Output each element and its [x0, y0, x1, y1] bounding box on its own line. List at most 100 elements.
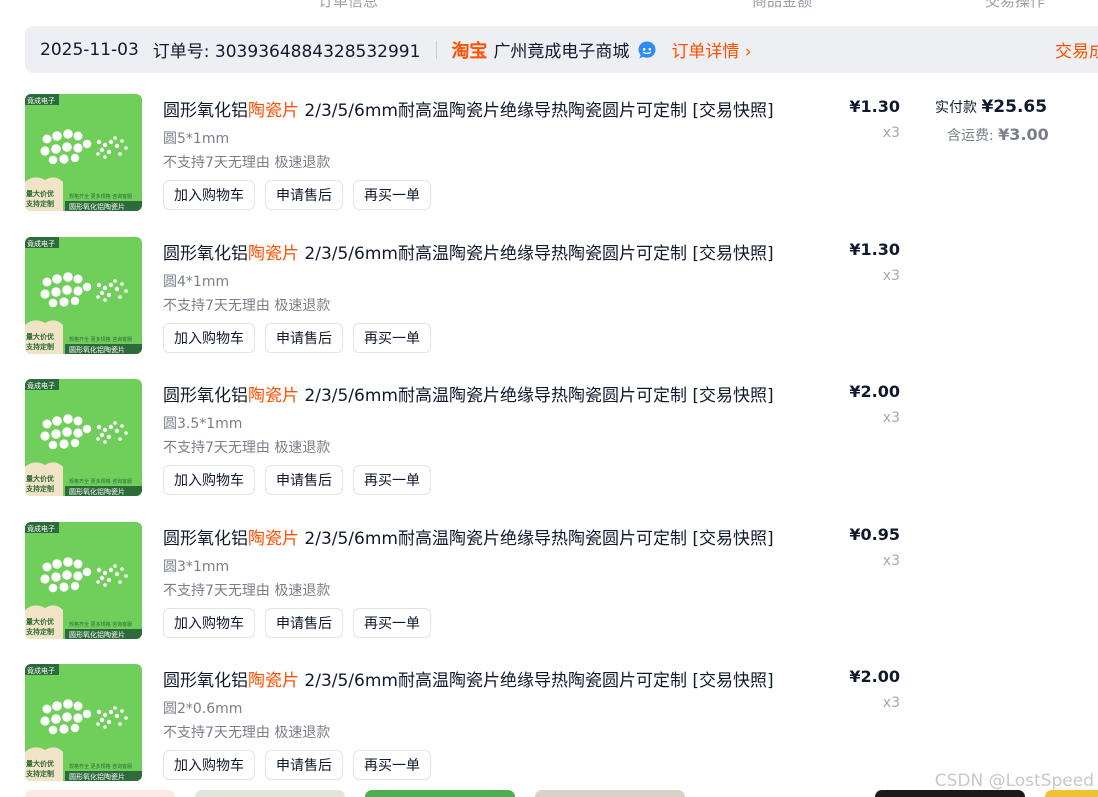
add-to-cart-button[interactable]: 加入购物车 — [163, 180, 255, 210]
svg-text:量大价优: 量大价优 — [26, 759, 54, 768]
after-sales-button[interactable]: 申请售后 — [265, 465, 343, 495]
order-number: 订单号: 3039364884328532991 — [152, 42, 421, 62]
product-title-text: 2/3/5/6mm耐高温陶瓷片绝缘导热陶瓷圆片可定制 [交易快照] — [299, 529, 774, 549]
paid-label: 实付款 — [935, 100, 977, 116]
unit-price: ¥2.00 — [849, 382, 900, 401]
product-thumbnail[interactable]: 竟成电子 量大价优 支持定制 规格齐全 更多规格 咨询客服 圆形氧化铝陶瓷片 — [25, 522, 142, 639]
svg-text:支持定制: 支持定制 — [25, 627, 54, 636]
product-spec: 圆4*1mm — [163, 274, 230, 290]
item-actions: 加入购物车 申请售后 再买一单 — [163, 750, 431, 780]
buy-again-button[interactable]: 再买一单 — [353, 323, 431, 353]
svg-text:竟成电子: 竟成电子 — [27, 524, 55, 533]
unit-price: ¥1.30 — [849, 240, 900, 259]
svg-text:量大价优: 量大价优 — [26, 617, 54, 626]
svg-text:圆形氧化铝陶瓷片: 圆形氧化铝陶瓷片 — [69, 345, 125, 354]
svg-text:规格齐全 更多规格 咨询客服: 规格齐全 更多规格 咨询客服 — [69, 621, 132, 628]
product-title-link[interactable]: 圆形氧化铝陶瓷片 2/3/5/6mm耐高温陶瓷片绝缘导热陶瓷圆片可定制 [交易快… — [163, 96, 774, 121]
after-sales-button[interactable]: 申请售后 — [265, 608, 343, 638]
recommendation-strip — [0, 790, 1098, 797]
product-title-highlight: 陶瓷片 — [248, 244, 299, 264]
buy-again-button[interactable]: 再买一单 — [353, 750, 431, 780]
svg-text:竟成电子: 竟成电子 — [27, 381, 55, 390]
recommend-card[interactable] — [535, 790, 685, 797]
paid-amount: 实付款 ¥25.65 — [935, 97, 1047, 117]
add-to-cart-button[interactable]: 加入购物车 — [163, 608, 255, 638]
shop-name-link[interactable]: 广州竟成电子商城 — [493, 37, 629, 62]
product-title-text: 2/3/5/6mm耐高温陶瓷片绝缘导热陶瓷圆片可定制 [交易快照] — [299, 386, 774, 406]
product-thumbnail[interactable]: 竟成电子 量大价优 支持定制 规格齐全 更多规格 咨询客服 圆形氧化铝陶瓷片 — [25, 379, 142, 496]
item-actions: 加入购物车 申请售后 再买一单 — [163, 465, 431, 495]
order-detail-link[interactable]: 订单详情 › — [671, 37, 751, 62]
order-header: 2025-11-03 订单号: 3039364884328532991 淘宝 广… — [25, 26, 1098, 73]
svg-text:圆形氧化铝陶瓷片: 圆形氧化铝陶瓷片 — [69, 772, 125, 781]
top-cutoff-1: 订单信息 — [318, 0, 379, 10]
product-title-highlight: 陶瓷片 — [248, 101, 299, 121]
svg-text:竟成电子: 竟成电子 — [27, 666, 55, 675]
buy-again-button[interactable]: 再买一单 — [353, 608, 431, 638]
svg-text:量大价优: 量大价优 — [26, 332, 54, 341]
recommend-card[interactable] — [25, 790, 175, 797]
product-title-link[interactable]: 圆形氧化铝陶瓷片 2/3/5/6mm耐高温陶瓷片绝缘导热陶瓷圆片可定制 [交易快… — [163, 524, 774, 549]
add-to-cart-button[interactable]: 加入购物车 — [163, 323, 255, 353]
svg-text:量大价优: 量大价优 — [26, 474, 54, 483]
add-to-cart-button[interactable]: 加入购物车 — [163, 465, 255, 495]
service-tags: 不支持7天无理由 极速退款 — [163, 155, 331, 171]
watermark: CSDN @LostSpeed — [934, 771, 1094, 791]
product-title-text: 圆形氧化铝 — [163, 101, 248, 121]
product-title-text: 2/3/5/6mm耐高温陶瓷片绝缘导热陶瓷圆片可定制 [交易快照] — [299, 671, 774, 691]
buy-again-button[interactable]: 再买一单 — [353, 465, 431, 495]
svg-text:圆形氧化铝陶瓷片: 圆形氧化铝陶瓷片 — [69, 630, 125, 639]
after-sales-button[interactable]: 申请售后 — [265, 750, 343, 780]
order-item: 竟成电子 量大价优 支持定制 规格齐全 更多规格 咨询客服 圆形氧化铝陶瓷片 圆… — [25, 379, 1098, 509]
unit-price: ¥0.95 — [849, 525, 900, 544]
recommend-card[interactable] — [875, 790, 1025, 797]
svg-text:支持定制: 支持定制 — [25, 484, 54, 493]
quantity: x3 — [882, 695, 900, 711]
product-title-link[interactable]: 圆形氧化铝陶瓷片 2/3/5/6mm耐高温陶瓷片绝缘导热陶瓷圆片可定制 [交易快… — [163, 666, 774, 691]
freight-value: ¥3.00 — [998, 125, 1049, 144]
product-spec: 圆3*1mm — [163, 559, 230, 575]
svg-text:支持定制: 支持定制 — [25, 342, 54, 351]
order-date: 2025-11-03 — [40, 39, 139, 60]
svg-text:圆形氧化铝陶瓷片: 圆形氧化铝陶瓷片 — [69, 202, 125, 211]
buy-again-button[interactable]: 再买一单 — [353, 180, 431, 210]
add-to-cart-button[interactable]: 加入购物车 — [163, 750, 255, 780]
trade-status: 交易成功 — [1055, 42, 1098, 62]
after-sales-button[interactable]: 申请售后 — [265, 323, 343, 353]
top-cutoff-text: 订单信息 商品金额 交易操作 — [0, 0, 1098, 10]
service-tags: 不支持7天无理由 极速退款 — [163, 298, 331, 314]
product-title-text: 圆形氧化铝 — [163, 529, 248, 549]
item-actions: 加入购物车 申请售后 再买一单 — [163, 180, 431, 210]
service-tags: 不支持7天无理由 极速退款 — [163, 440, 331, 456]
recommend-card[interactable] — [365, 790, 515, 797]
svg-text:支持定制: 支持定制 — [25, 199, 54, 208]
product-spec: 圆5*1mm — [163, 131, 230, 147]
product-thumbnail[interactable]: 竟成电子 量大价优 支持定制 规格齐全 更多规格 咨询客服 圆形氧化铝陶瓷片 — [25, 94, 142, 211]
product-title-link[interactable]: 圆形氧化铝陶瓷片 2/3/5/6mm耐高温陶瓷片绝缘导热陶瓷圆片可定制 [交易快… — [163, 381, 774, 406]
product-title-text: 2/3/5/6mm耐高温陶瓷片绝缘导热陶瓷圆片可定制 [交易快照] — [299, 244, 774, 264]
freight-amount: 含运费: ¥3.00 — [947, 125, 1049, 145]
svg-text:规格齐全 更多规格 咨询客服: 规格齐全 更多规格 咨询客服 — [69, 478, 132, 485]
svg-text:竟成电子: 竟成电子 — [27, 96, 55, 105]
wangwang-chat-icon[interactable] — [637, 40, 657, 60]
item-actions: 加入购物车 申请售后 再买一单 — [163, 608, 431, 638]
order-item: 竟成电子 量大价优 支持定制 规格齐全 更多规格 咨询客服 圆形氧化铝陶瓷片 圆… — [25, 94, 1098, 224]
product-thumbnail[interactable]: 竟成电子 量大价优 支持定制 规格齐全 更多规格 咨询客服 圆形氧化铝陶瓷片 — [25, 237, 142, 354]
freight-label: 含运费: — [947, 128, 994, 144]
product-thumbnail[interactable]: 竟成电子 量大价优 支持定制 规格齐全 更多规格 咨询客服 圆形氧化铝陶瓷片 — [25, 664, 142, 781]
recommend-card[interactable] — [1045, 790, 1098, 797]
recommend-card[interactable] — [195, 790, 345, 797]
quantity: x3 — [882, 410, 900, 426]
product-title-link[interactable]: 圆形氧化铝陶瓷片 2/3/5/6mm耐高温陶瓷片绝缘导热陶瓷圆片可定制 [交易快… — [163, 239, 774, 264]
product-title-text: 圆形氧化铝 — [163, 671, 248, 691]
svg-text:规格齐全 更多规格 咨询客服: 规格齐全 更多规格 咨询客服 — [69, 193, 132, 200]
product-title-text: 2/3/5/6mm耐高温陶瓷片绝缘导热陶瓷圆片可定制 [交易快照] — [299, 101, 774, 121]
svg-text:规格齐全 更多规格 咨询客服: 规格齐全 更多规格 咨询客服 — [69, 336, 132, 343]
after-sales-button[interactable]: 申请售后 — [265, 180, 343, 210]
divider — [436, 40, 438, 59]
order-item: 竟成电子 量大价优 支持定制 规格齐全 更多规格 咨询客服 圆形氧化铝陶瓷片 圆… — [25, 237, 1098, 367]
product-spec: 圆3.5*1mm — [163, 416, 243, 432]
svg-text:圆形氧化铝陶瓷片: 圆形氧化铝陶瓷片 — [69, 487, 125, 496]
quantity: x3 — [882, 125, 900, 141]
taobao-logo: 淘宝 — [451, 40, 488, 62]
